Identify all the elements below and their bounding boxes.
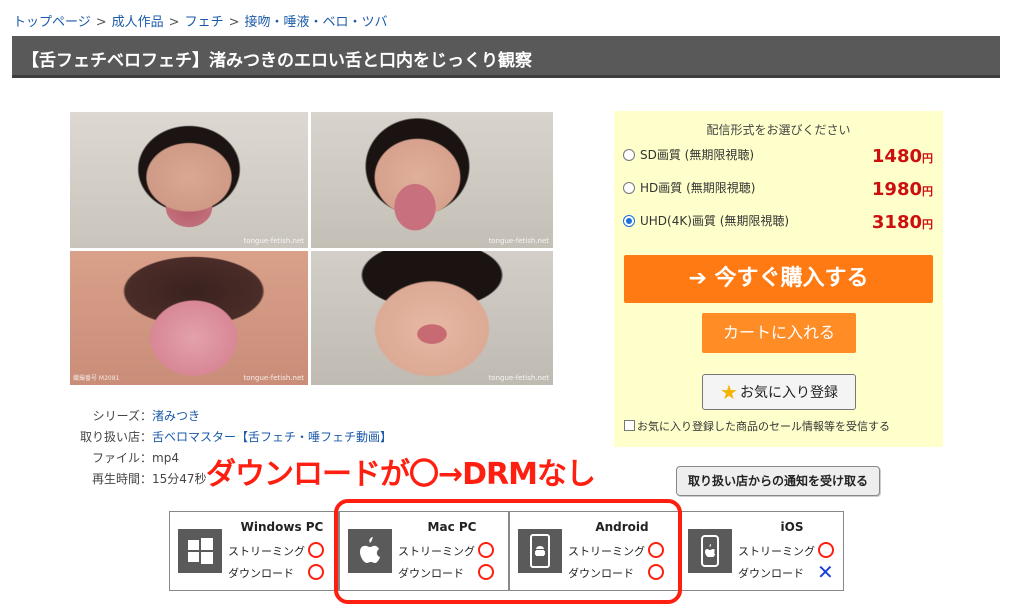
sale-notice-option[interactable]: お気に入り登録した商品のセール情報等を受信する xyxy=(624,418,890,434)
sample-image-2[interactable]: tongue-fetish.net xyxy=(311,112,553,248)
price-hd: 1980円 xyxy=(871,179,933,200)
breadcrumb: トップページ > 成人作品 > フェチ > 接吻・唾液・ベロ・ツバ xyxy=(13,15,388,30)
drm-annotation: ダウンロードが〇→DRMなし xyxy=(206,457,596,492)
ios-streaming-ok xyxy=(818,542,834,558)
purchase-box: 配信形式をお選びください SD画質 (無期限視聴) 1480円 HD画質 (無期… xyxy=(614,111,943,447)
breadcrumb-adult[interactable]: 成人作品 xyxy=(112,15,164,30)
radio-hd[interactable] xyxy=(623,182,635,194)
product-image-gallery[interactable]: tongue-fetish.net tongue-fetish.net 織撮番号… xyxy=(70,112,553,385)
watermark: tongue-fetish.net xyxy=(243,237,304,245)
windows-icon xyxy=(178,529,222,573)
sale-notice-checkbox[interactable] xyxy=(624,420,635,431)
shop-notify-button[interactable]: 取り扱い店からの通知を受け取る xyxy=(676,466,880,496)
shop-link[interactable]: 舌ベロマスター【舌フェチ・唾フェチ動画】 xyxy=(152,427,392,448)
price-sd: 1480円 xyxy=(871,146,933,167)
buy-now-button[interactable]: ➔ 今すぐ購入する xyxy=(624,255,933,303)
series-link[interactable]: 渚みつき xyxy=(152,406,200,427)
format-heading: 配信形式をお選びください xyxy=(706,123,851,137)
price-uhd: 3180円 xyxy=(871,212,933,233)
favorite-button[interactable]: ★ お気に入り登録 xyxy=(702,374,856,410)
option-uhd[interactable]: UHD(4K)画質 (無期限視聴) 3180円 xyxy=(623,210,933,233)
platform-ios: iOS ストリーミング ダウンロード ✕ xyxy=(679,511,844,591)
ios-download-ng: ✕ xyxy=(817,560,834,584)
info-row-shop: 取り扱い店：舌ベロマスター【舌フェチ・唾フェチ動画】 xyxy=(70,427,392,448)
ios-icon xyxy=(688,529,732,573)
page-title: 【舌フェチベロフェチ】渚みつきのエロい舌と口内をじっくり観察 xyxy=(12,36,1000,78)
platform-windows: Windows PC ストリーミング ダウンロード xyxy=(169,511,339,591)
watermark: tongue-fetish.net xyxy=(243,374,304,382)
sample-image-3[interactable]: 織撮番号 M2081 tongue-fetish.net xyxy=(70,251,308,385)
option-hd[interactable]: HD画質 (無期限視聴) 1980円 xyxy=(623,177,933,200)
file-format: mp4 xyxy=(152,451,179,465)
windows-streaming-ok xyxy=(308,542,324,558)
radio-uhd[interactable] xyxy=(623,215,635,227)
option-sd[interactable]: SD画質 (無期限視聴) 1480円 xyxy=(623,144,933,167)
star-icon: ★ xyxy=(720,380,738,404)
image-code: 織撮番号 M2081 xyxy=(73,375,120,382)
add-to-cart-button[interactable]: カートに入れる xyxy=(702,313,856,353)
sample-image-1[interactable]: tongue-fetish.net xyxy=(70,112,308,248)
watermark: tongue-fetish.net xyxy=(488,374,549,382)
windows-download-ok xyxy=(308,564,324,580)
highlight-frame xyxy=(334,499,682,604)
radio-sd[interactable] xyxy=(623,149,635,161)
breadcrumb-home[interactable]: トップページ xyxy=(13,15,91,30)
sample-image-4[interactable]: tongue-fetish.net xyxy=(311,251,553,385)
info-row-series: シリーズ：渚みつき xyxy=(70,406,392,427)
breadcrumb-kiss[interactable]: 接吻・唾液・ベロ・ツバ xyxy=(245,15,388,30)
breadcrumb-fetish[interactable]: フェチ xyxy=(185,15,224,30)
duration: 15分47秒 xyxy=(152,472,207,486)
watermark: tongue-fetish.net xyxy=(488,237,549,245)
